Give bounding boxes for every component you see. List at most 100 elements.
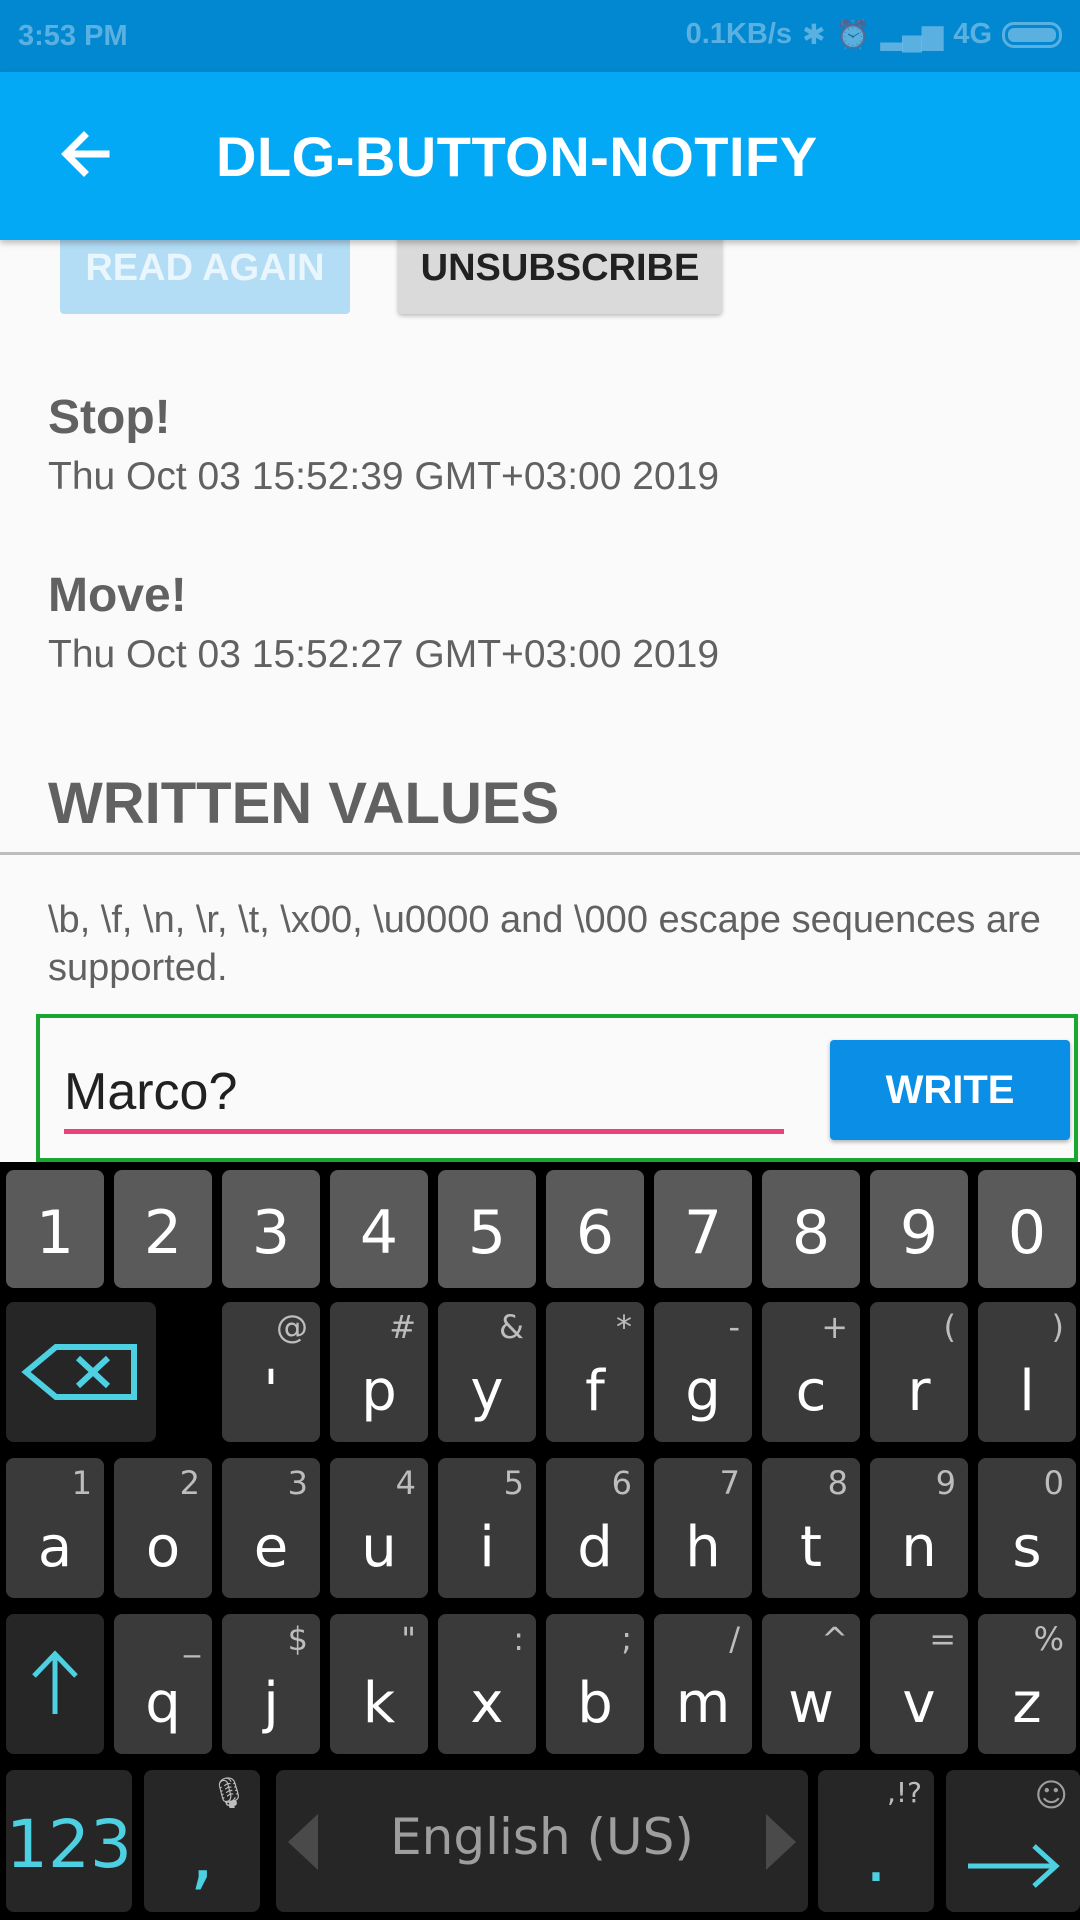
key-alt-label: @	[276, 1308, 308, 1346]
key-z[interactable]: % z	[978, 1614, 1076, 1754]
space-key[interactable]: English (US)	[276, 1770, 808, 1912]
key-2[interactable]: 2	[114, 1170, 212, 1288]
write-value-panel: WRITE	[36, 1014, 1078, 1162]
key-alt-label: 3	[287, 1464, 308, 1502]
shift-arrow-icon	[32, 1650, 78, 1714]
backspace-key[interactable]	[6, 1302, 156, 1442]
key-d[interactable]: 6d	[546, 1458, 644, 1598]
key-3[interactable]: 3	[222, 1170, 320, 1288]
key-o[interactable]: 2o	[114, 1458, 212, 1598]
key-5[interactable]: 5	[438, 1170, 536, 1288]
key-alt-label: (	[943, 1308, 956, 1346]
network-type: 4G	[953, 18, 992, 50]
key-label: k	[362, 1671, 396, 1736]
symbols-key[interactable]: 123	[6, 1770, 132, 1912]
key-label: 1	[35, 1198, 75, 1268]
key-alt-label: -	[728, 1308, 740, 1346]
key-f[interactable]: * f	[546, 1302, 644, 1442]
key-alt-label: /	[729, 1620, 740, 1658]
key-label: z	[1012, 1671, 1042, 1736]
key-label: p	[361, 1359, 397, 1424]
key-q[interactable]: _ q	[114, 1614, 212, 1754]
key-r[interactable]: (r	[870, 1302, 968, 1442]
key-alt-label: ^	[821, 1620, 848, 1658]
key-label: n	[901, 1515, 937, 1580]
key-y[interactable]: & y	[438, 1302, 536, 1442]
key-alt-label: +	[821, 1308, 848, 1346]
network-speed: 0.1KB/s	[685, 18, 793, 50]
key-w[interactable]: ^ w	[762, 1614, 860, 1754]
divider	[0, 852, 1080, 855]
language-label: English (US)	[390, 1808, 694, 1866]
write-button[interactable]: WRITE	[830, 1040, 1070, 1140]
key-'[interactable]: @ '	[222, 1302, 320, 1442]
key-8[interactable]: 8	[762, 1170, 860, 1288]
key-label: s	[1012, 1515, 1042, 1580]
comma-key[interactable]: 🎙,	[144, 1770, 260, 1912]
key-label: r	[907, 1359, 931, 1424]
key-alt-label: 1	[71, 1464, 92, 1502]
key-v[interactable]: = v	[870, 1614, 968, 1754]
status-bar: 3:53 PM 0.1KB/s ✱ ⏰ ▂▄▆ 4G	[0, 0, 1080, 72]
key-0[interactable]: 0	[978, 1170, 1076, 1288]
key-c[interactable]: + c	[762, 1302, 860, 1442]
bluetooth-icon: ✱	[802, 19, 826, 50]
key-label: w	[788, 1671, 834, 1736]
go-arrow-icon	[968, 1844, 1060, 1888]
key-s[interactable]: 0s	[978, 1458, 1076, 1598]
key-a[interactable]: 1a	[6, 1458, 104, 1598]
key-label: 9	[899, 1198, 939, 1268]
period-alt-label: ,!?	[887, 1776, 922, 1809]
key-j[interactable]: $ j	[222, 1614, 320, 1754]
period-key[interactable]: ,!?.	[818, 1770, 934, 1912]
key-u[interactable]: 4u	[330, 1458, 428, 1598]
key-g[interactable]: -g	[654, 1302, 752, 1442]
key-label: 4	[359, 1198, 399, 1268]
key-alt-label: &	[499, 1308, 524, 1346]
key-x[interactable]: :x	[438, 1614, 536, 1754]
event-name: Stop!	[48, 391, 171, 444]
enter-key[interactable]: ☺	[946, 1770, 1080, 1912]
key-alt-label: 8	[827, 1464, 848, 1502]
key-m[interactable]: / m	[654, 1614, 752, 1754]
key-i[interactable]: 5i	[438, 1458, 536, 1598]
key-e[interactable]: 3e	[222, 1458, 320, 1598]
key-alt-label: =	[929, 1620, 956, 1658]
section-title: WRITTEN VALUES	[48, 771, 560, 836]
key-p[interactable]: # p	[330, 1302, 428, 1442]
key-l[interactable]: ) l	[978, 1302, 1076, 1442]
page-title: DLG-BUTTON-NOTIFY	[216, 125, 818, 188]
key-alt-label: 0	[1043, 1464, 1064, 1502]
key-label: m	[675, 1671, 731, 1736]
key-alt-label: %	[1033, 1620, 1064, 1658]
key-b[interactable]: ; b	[546, 1614, 644, 1754]
key-1[interactable]: 1	[6, 1170, 104, 1288]
key-label: i	[479, 1515, 495, 1580]
key-7[interactable]: 7	[654, 1170, 752, 1288]
key-alt-label: 5	[503, 1464, 524, 1502]
event-time: Thu Oct 03 15:52:27 GMT+03:00 2019	[48, 633, 720, 676]
back-arrow-icon[interactable]	[56, 124, 116, 184]
key-label: 2	[143, 1198, 183, 1268]
write-value-input[interactable]	[64, 1054, 784, 1134]
key-h[interactable]: 7h	[654, 1458, 752, 1598]
shift-key[interactable]	[6, 1614, 104, 1754]
key-label: u	[361, 1515, 397, 1580]
escape-hint: \b, \f, \n, \r, \t, \x00, \u0000 and \00…	[48, 899, 1041, 989]
key-alt-label: 9	[935, 1464, 956, 1502]
symbols-label: 123	[6, 1806, 132, 1883]
key-k[interactable]: " k	[330, 1614, 428, 1754]
key-alt-label: 4	[395, 1464, 416, 1502]
event-name: Move!	[48, 569, 187, 622]
key-4[interactable]: 4	[330, 1170, 428, 1288]
backspace-icon	[21, 1344, 137, 1400]
key-label: j	[263, 1671, 279, 1736]
key-label: 6	[575, 1198, 615, 1268]
key-n[interactable]: 9n	[870, 1458, 968, 1598]
key-t[interactable]: 8t	[762, 1458, 860, 1598]
key-6[interactable]: 6	[546, 1170, 644, 1288]
key-label: t	[800, 1515, 822, 1580]
key-9[interactable]: 9	[870, 1170, 968, 1288]
key-label: q	[145, 1671, 181, 1736]
key-label: d	[577, 1515, 613, 1580]
